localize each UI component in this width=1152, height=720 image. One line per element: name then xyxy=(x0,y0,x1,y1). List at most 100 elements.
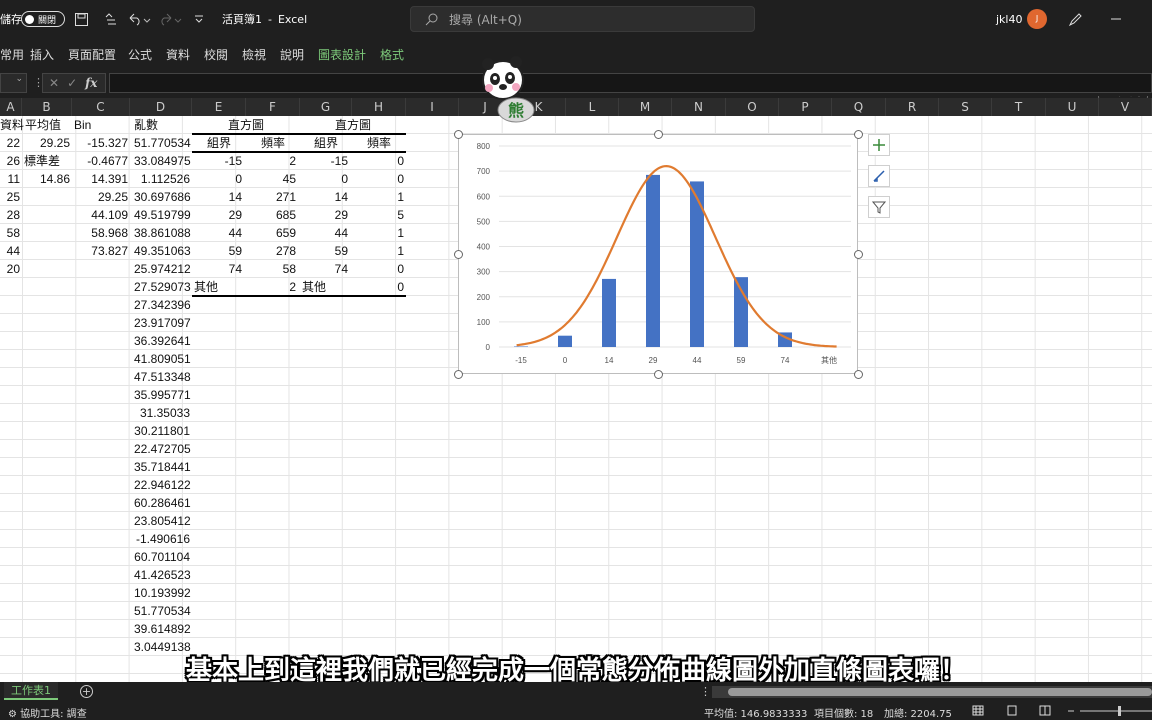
cell[interactable]: 29.25 xyxy=(74,188,128,206)
column-header-m[interactable]: M xyxy=(619,98,672,116)
freq-cell[interactable]: 271 xyxy=(246,188,296,206)
insert-function-icon[interactable]: fx xyxy=(85,76,97,90)
cell[interactable]: 25 xyxy=(0,188,20,206)
freq-cell[interactable]: 0 xyxy=(352,152,404,170)
resize-handle[interactable] xyxy=(453,249,463,259)
random-cell[interactable]: 25.974212 xyxy=(134,260,191,278)
freq-cell[interactable]: 5 xyxy=(352,206,404,224)
column-header-c[interactable]: C xyxy=(72,98,130,116)
resize-handle[interactable] xyxy=(653,129,663,139)
bin-cell[interactable]: 44 xyxy=(192,224,242,242)
search-box[interactable]: 搜尋 (Alt+Q) xyxy=(410,6,755,32)
cell[interactable]: 73.827 xyxy=(74,242,128,260)
freq-cell[interactable]: 1 xyxy=(352,242,404,260)
column-header-e[interactable]: E xyxy=(192,98,246,116)
header-cell[interactable]: Bin xyxy=(74,116,129,134)
cancel-icon[interactable]: ✕ xyxy=(49,76,59,90)
column-header-t[interactable]: T xyxy=(992,98,1046,116)
random-cell[interactable]: 23.917097 xyxy=(134,314,191,332)
normal-view-icon[interactable] xyxy=(972,705,984,719)
redo-icon[interactable] xyxy=(158,0,182,38)
freq-cell[interactable]: 2 xyxy=(246,278,296,296)
random-cell[interactable]: 27.342396 xyxy=(134,296,191,314)
cell[interactable]: -0.4677 xyxy=(74,152,128,170)
column-header-p[interactable]: P xyxy=(779,98,832,116)
random-cell[interactable]: 60.286461 xyxy=(134,494,191,512)
minimize-icon[interactable] xyxy=(1110,0,1122,38)
freq-cell[interactable]: 0 xyxy=(352,278,404,296)
random-cell[interactable]: 41.426523 xyxy=(134,566,191,584)
column-header-d[interactable]: D xyxy=(130,98,192,116)
resize-handle[interactable] xyxy=(453,369,463,379)
customize-icon[interactable] xyxy=(194,0,204,38)
bin-cell[interactable]: 59 xyxy=(192,242,242,260)
random-cell[interactable]: 30.697686 xyxy=(134,188,191,206)
name-box[interactable]: ⌄ xyxy=(0,73,27,93)
page-break-icon[interactable] xyxy=(1039,705,1051,719)
cell[interactable]: 28 xyxy=(0,206,20,224)
header-cell[interactable]: 資料 xyxy=(0,116,24,134)
cell[interactable]: 58.968 xyxy=(74,224,128,242)
random-cell[interactable]: 41.809051 xyxy=(134,350,191,368)
header-cell[interactable]: 亂數 xyxy=(134,116,191,134)
freq-cell[interactable]: 0 xyxy=(352,170,404,188)
bin-cell[interactable]: 74 xyxy=(192,260,242,278)
tab-insert[interactable]: 插入 xyxy=(30,46,54,63)
column-header-o[interactable]: O xyxy=(726,98,779,116)
header-cell[interactable]: 頻率 xyxy=(352,134,406,152)
sheet-tab[interactable]: 工作表1 xyxy=(4,682,58,700)
bin-cell[interactable]: 14 xyxy=(300,188,348,206)
freq-cell[interactable]: 2 xyxy=(246,152,296,170)
random-cell[interactable]: 60.701104 xyxy=(134,548,190,566)
random-cell[interactable]: 35.718441 xyxy=(134,458,191,476)
autosave-toggle[interactable]: 關閉 xyxy=(21,11,65,27)
histogram-chart[interactable]: 0 100 200 300 400 500 600 700 800 -15 0 14 29 44 59 74 其… xyxy=(458,134,858,374)
chart-filters-button[interactable] xyxy=(868,196,890,218)
bin-cell[interactable]: 14 xyxy=(192,188,242,206)
freq-cell[interactable]: 1 xyxy=(352,188,404,206)
header-cell[interactable]: 頻率 xyxy=(246,134,300,152)
cell[interactable]: 26 xyxy=(0,152,20,170)
histogram-header[interactable]: 直方圖 xyxy=(192,116,300,134)
save-icon[interactable] xyxy=(74,0,89,38)
cell[interactable]: -15.327 xyxy=(74,134,128,152)
tab-review[interactable]: 校閱 xyxy=(204,46,228,63)
zoom-slider[interactable] xyxy=(1068,705,1152,717)
column-header-a[interactable]: A xyxy=(0,98,22,116)
random-cell[interactable]: 31.35033 xyxy=(134,404,190,422)
cell[interactable]: 14.86 xyxy=(24,170,70,188)
tab-data[interactable]: 資料 xyxy=(166,46,190,63)
random-cell[interactable]: 36.392641 xyxy=(134,332,191,350)
chart-styles-button[interactable] xyxy=(868,165,890,187)
freq-cell[interactable]: 278 xyxy=(246,242,296,260)
column-header-b[interactable]: B xyxy=(22,98,72,116)
column-header-n[interactable]: N xyxy=(672,98,726,116)
cell[interactable]: 22 xyxy=(0,134,20,152)
column-header-q[interactable]: Q xyxy=(832,98,886,116)
tab-chart-design[interactable]: 圖表設計 xyxy=(318,46,366,63)
random-cell[interactable]: 35.995771 xyxy=(134,386,191,404)
random-cell[interactable]: 38.861088 xyxy=(134,224,191,242)
more-icon[interactable]: ⋮ xyxy=(700,685,711,698)
chart-elements-button[interactable] xyxy=(868,134,890,156)
column-header-s[interactable]: S xyxy=(939,98,992,116)
add-sheet-icon[interactable]: + xyxy=(80,685,93,698)
freq-cell[interactable]: 685 xyxy=(246,206,296,224)
bin-cell[interactable]: 74 xyxy=(300,260,348,278)
random-cell[interactable]: 49.519799 xyxy=(134,206,191,224)
histogram-header[interactable]: 直方圖 xyxy=(300,116,406,134)
scroll-thumb[interactable] xyxy=(728,688,1152,696)
random-cell[interactable]: 22.472705 xyxy=(134,440,191,458)
cell[interactable]: 20 xyxy=(0,260,20,278)
tab-help[interactable]: 說明 xyxy=(280,46,304,63)
random-cell[interactable]: 39.614892 xyxy=(134,620,191,638)
resize-handle[interactable] xyxy=(853,249,863,259)
random-cell[interactable]: 22.946122 xyxy=(134,476,191,494)
random-cell[interactable]: 49.351063 xyxy=(134,242,191,260)
cell[interactable]: 44.109 xyxy=(74,206,128,224)
random-cell[interactable]: -1.490616 xyxy=(134,530,190,548)
bin-cell[interactable]: 29 xyxy=(300,206,348,224)
tab-home[interactable]: 常用 xyxy=(0,46,24,63)
column-header-u[interactable]: U xyxy=(1046,98,1099,116)
bin-cell[interactable]: 0 xyxy=(300,170,348,188)
